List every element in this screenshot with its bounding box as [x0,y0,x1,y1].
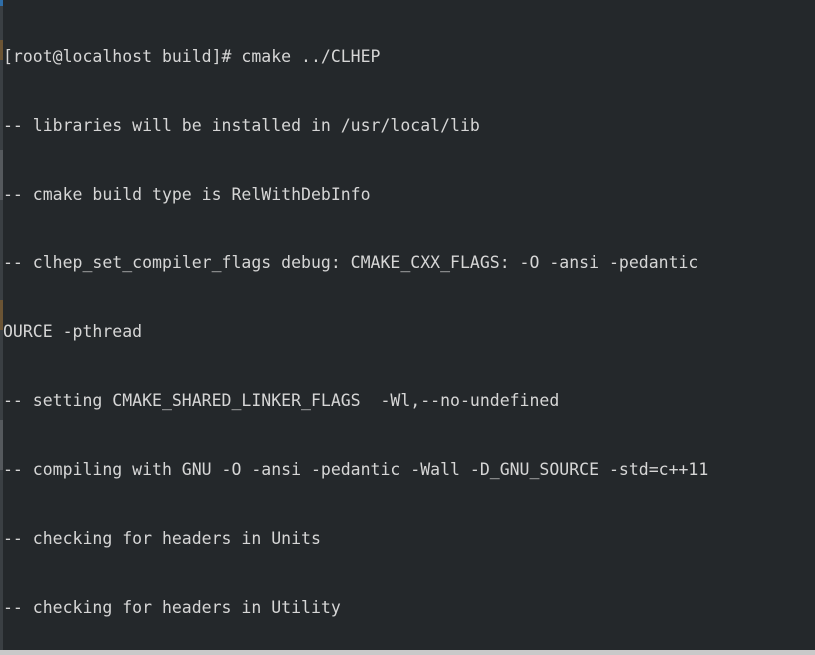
terminal-line: -- libraries will be installed in /usr/l… [3,115,480,135]
terminal-line: -- clhep_set_compiler_flags debug: CMAKE… [3,253,699,273]
terminal-line: -- checking for headers in Units [3,528,321,548]
terminal-line: [root@localhost build]# cmake ../CLHEP [3,46,381,66]
terminal-output-area[interactable]: [root@localhost build]# cmake ../CLHEP -… [3,0,815,650]
terminal-left-edge-strip [0,0,3,650]
terminal-line: OURCE -pthread [3,322,143,342]
window-bottom-bar [0,650,815,655]
terminal-line: -- setting CMAKE_SHARED_LINKER_FLAGS -Wl… [3,391,560,411]
terminal-window[interactable]: [root@localhost build]# cmake ../CLHEP -… [0,0,815,655]
terminal-line: -- cmake build type is RelWithDebInfo [3,184,371,204]
terminal-line: -- checking for headers in Utility [3,597,341,617]
terminal-line: -- compiling with GNU -O -ansi -pedantic… [3,459,709,479]
